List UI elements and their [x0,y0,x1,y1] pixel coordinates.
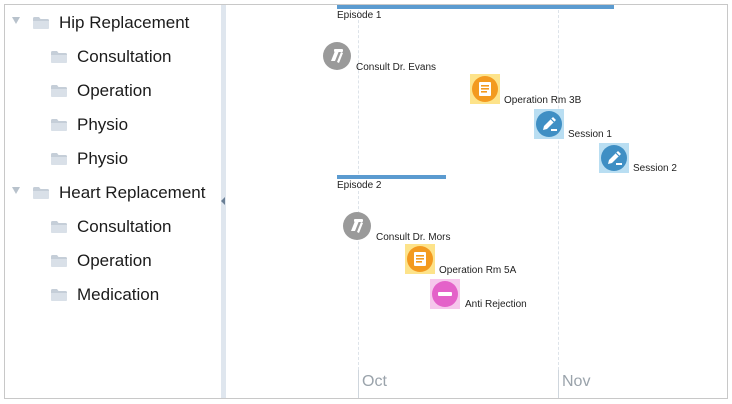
axis-tick [358,370,359,398]
gridline-nov [558,5,559,370]
folder-icon [51,153,67,165]
axis-label-oct: Oct [362,373,387,390]
tree-item-medication[interactable]: Medication [5,280,221,310]
event-label: Session 2 [633,163,677,174]
tree-item-label: Consultation [77,217,172,236]
clipboard-icon [470,74,500,104]
gantt-view: Hip Replacement Consultation Operation P… [4,4,728,399]
folder-icon [51,221,67,233]
episode-bar[interactable] [337,175,446,179]
folder-icon [51,255,67,267]
collapse-arrow-icon[interactable] [221,197,225,205]
folder-icon [51,85,67,97]
episode-label: Episode 1 [337,10,382,21]
tree-item-label: Operation [77,251,152,270]
tree-item-operation[interactable]: Operation [5,246,221,276]
folder-icon [51,289,67,301]
expand-arrow-icon[interactable] [12,187,20,194]
pencil-icon [599,143,629,173]
tree-item-label: Operation [77,81,152,100]
axis-tick [558,370,559,398]
tree-group-hip-replacement[interactable]: Hip Replacement [5,8,221,38]
tree-item-consultation[interactable]: Consultation [5,42,221,72]
folder-icon [33,187,49,199]
tree-item-physio[interactable]: Physio [5,144,221,174]
tree-item-label: Consultation [77,47,172,66]
resource-tree: Hip Replacement Consultation Operation P… [5,5,221,398]
tree-item-consultation[interactable]: Consultation [5,212,221,242]
pencil-icon [534,109,564,139]
event-label: Operation Rm 5A [439,265,517,276]
folder-icon [51,51,67,63]
folder-icon [33,17,49,29]
tree-group-heart-replacement[interactable]: Heart Replacement [5,178,221,208]
tree-item-operation[interactable]: Operation [5,76,221,106]
event-label: Operation Rm 3B [504,95,582,106]
event-label: Consult Dr. Mors [376,232,451,243]
event-label: Session 1 [568,129,612,140]
tree-item-label: Physio [77,149,129,168]
axis-label-nov: Nov [562,373,591,390]
stethoscope-icon [342,211,372,241]
timeline-pane: Oct Nov Episode 1 Consult Dr. Evans Oper… [226,5,727,398]
event-label: Anti Rejection [465,299,527,310]
minus-icon [430,279,460,309]
tree-group-label: Heart Replacement [59,183,206,202]
tree-item-label: Physio [77,115,129,134]
clipboard-icon [405,244,435,274]
event-label: Consult Dr. Evans [356,62,437,73]
tree-item-label: Medication [77,285,160,304]
tree-group-label: Hip Replacement [59,13,190,32]
stethoscope-icon [322,41,352,71]
episode-bar[interactable] [337,5,614,9]
expand-arrow-icon[interactable] [12,17,20,24]
folder-icon [51,119,67,131]
episode-label: Episode 2 [337,180,382,191]
tree-item-physio[interactable]: Physio [5,110,221,140]
